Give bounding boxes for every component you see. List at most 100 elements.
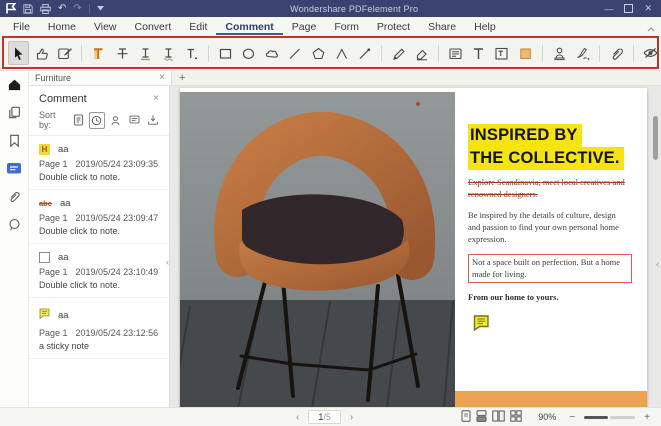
- area-highlight-tool[interactable]: [514, 41, 535, 65]
- sticky-note-annotation-icon: [39, 306, 50, 324]
- toolbar-separator: [208, 45, 209, 62]
- menu-page[interactable]: Page: [283, 19, 326, 34]
- menu-file[interactable]: File: [4, 19, 39, 34]
- toolbar-separator: [599, 45, 600, 62]
- comment-item-strikethrough[interactable]: abc aa Page 1 2019/05/24 23:09:47 Double…: [29, 190, 169, 244]
- navigation-rail: [0, 71, 29, 407]
- comment-item-sticky-note[interactable]: aa Page 1 2019/05/24 23:12:56 a sticky n…: [29, 298, 169, 359]
- pdfelement-window: ↶ ↷ Wondershare PDFelement Pro — ✕ File …: [0, 0, 661, 426]
- comment-page: Page 1: [39, 213, 68, 223]
- page-number-input[interactable]: 1/5: [308, 410, 341, 424]
- menu-view[interactable]: View: [85, 19, 126, 34]
- comments-icon[interactable]: [6, 160, 23, 177]
- comment-item-highlight[interactable]: H aa Page 1 2019/05/24 23:09:35 Double c…: [29, 136, 169, 190]
- zoom-slider[interactable]: [584, 416, 635, 419]
- home-icon[interactable]: [6, 76, 23, 93]
- stamp-tool[interactable]: [548, 41, 569, 65]
- save-icon[interactable]: [23, 4, 33, 14]
- polygon-tool[interactable]: [308, 41, 329, 65]
- underline-tool[interactable]: [135, 41, 156, 65]
- continuous-view-icon[interactable]: [476, 410, 487, 424]
- two-page-view-icon[interactable]: [492, 410, 505, 424]
- right-panel-collapse-arrow[interactable]: ‹: [656, 260, 659, 269]
- menu-home[interactable]: Home: [39, 19, 85, 34]
- select-tool[interactable]: [8, 41, 29, 65]
- strikethrough-annotation-icon: abc: [39, 199, 52, 208]
- customize-toolbar-dropdown-icon[interactable]: [97, 6, 104, 11]
- signature-tool[interactable]: [572, 41, 593, 65]
- insert-text-tool[interactable]: [181, 41, 202, 65]
- panel-collapse-arrow[interactable]: ‹: [166, 258, 169, 267]
- menu-comment[interactable]: Comment: [216, 19, 282, 35]
- strikethrough-tool[interactable]: [111, 41, 132, 65]
- document-viewport[interactable]: INSPIRED BY THE COLLECTIVE. Explore Scan…: [170, 86, 661, 407]
- search-chat-icon[interactable]: [6, 216, 23, 233]
- pdf-page: INSPIRED BY THE COLLECTIVE. Explore Scan…: [180, 88, 647, 408]
- highlighted-heading[interactable]: INSPIRED BY THE COLLECTIVE.: [468, 124, 633, 170]
- sort-by-author-icon[interactable]: [108, 112, 124, 129]
- heading-line-1: INSPIRED BY: [468, 124, 582, 147]
- rectangle-annotation[interactable]: Not a space built on perfection. But a h…: [468, 254, 632, 284]
- sort-by-time-icon[interactable]: [89, 112, 105, 129]
- single-page-view-icon[interactable]: [461, 410, 471, 424]
- rectangle-tool[interactable]: [215, 41, 236, 65]
- comment-item-rectangle[interactable]: aa Page 1 2019/05/24 23:10:49 Double cli…: [29, 244, 169, 298]
- app-logo-icon: [6, 3, 16, 14]
- grid-view-icon[interactable]: [510, 410, 522, 424]
- zoom-percentage: 90%: [538, 412, 556, 422]
- zoom-in-button[interactable]: +: [641, 412, 653, 423]
- tab-close-icon[interactable]: ×: [159, 73, 165, 83]
- hand-tool[interactable]: [31, 41, 52, 65]
- comment-author: aa: [58, 252, 69, 263]
- eraser-tool[interactable]: [411, 41, 432, 65]
- connected-lines-tool[interactable]: [331, 41, 352, 65]
- rectangle-annotation-icon: [39, 252, 50, 263]
- bookmarks-icon[interactable]: [6, 132, 23, 149]
- menu-help[interactable]: Help: [465, 19, 505, 34]
- quick-access-toolbar: ↶ ↷: [0, 3, 104, 14]
- sort-by-page-icon[interactable]: [70, 112, 86, 129]
- note-tool[interactable]: [54, 41, 75, 65]
- thumbnails-icon[interactable]: [6, 104, 23, 121]
- oval-tool[interactable]: [238, 41, 259, 65]
- sort-by-type-icon[interactable]: [127, 112, 143, 129]
- sticky-note-icon[interactable]: [473, 315, 633, 336]
- minimize-button[interactable]: —: [604, 4, 613, 14]
- menu-form[interactable]: Form: [325, 19, 368, 34]
- panel-close-icon[interactable]: ×: [153, 94, 159, 104]
- attachments-icon[interactable]: [6, 188, 23, 205]
- strikethrough-annotation[interactable]: Explore Scandinavia, meet local creative…: [468, 177, 628, 201]
- toolbar-separator: [81, 45, 82, 62]
- arrow-tool[interactable]: [354, 41, 375, 65]
- pencil-tool[interactable]: [388, 41, 409, 65]
- redo-icon[interactable]: ↷: [73, 4, 81, 14]
- attachment-tool[interactable]: [606, 41, 627, 65]
- zoom-controls: 90% − +: [461, 408, 653, 426]
- undo-icon[interactable]: ↶: [58, 4, 66, 14]
- tab-add-icon[interactable]: +: [172, 71, 192, 85]
- maximize-button[interactable]: [624, 4, 633, 13]
- typewriter-tool[interactable]: [468, 41, 489, 65]
- highlight-tool[interactable]: [88, 41, 109, 65]
- zoom-slider-filled: [584, 416, 608, 419]
- next-page-icon[interactable]: ›: [350, 412, 353, 423]
- hide-annotations-tool[interactable]: [640, 41, 661, 65]
- document-scrollbar[interactable]: [652, 90, 659, 403]
- menu-protect[interactable]: Protect: [368, 19, 419, 34]
- export-comments-icon[interactable]: [145, 112, 161, 129]
- print-icon[interactable]: [40, 4, 51, 14]
- text-box-tool[interactable]: [491, 41, 512, 65]
- document-tab[interactable]: Furniture ×: [29, 71, 172, 85]
- scrollbar-thumb[interactable]: [653, 116, 658, 160]
- menu-convert[interactable]: Convert: [126, 19, 181, 34]
- menu-share[interactable]: Share: [419, 19, 465, 34]
- zoom-out-button[interactable]: −: [566, 412, 578, 423]
- collapse-ribbon-icon[interactable]: [647, 23, 655, 35]
- note-box-tool[interactable]: [445, 41, 466, 65]
- previous-page-icon[interactable]: ‹: [296, 412, 299, 423]
- cloud-tool[interactable]: [261, 41, 282, 65]
- line-tool[interactable]: [284, 41, 305, 65]
- close-button[interactable]: ✕: [644, 3, 652, 14]
- squiggly-underline-tool[interactable]: [158, 41, 179, 65]
- menu-edit[interactable]: Edit: [180, 19, 216, 34]
